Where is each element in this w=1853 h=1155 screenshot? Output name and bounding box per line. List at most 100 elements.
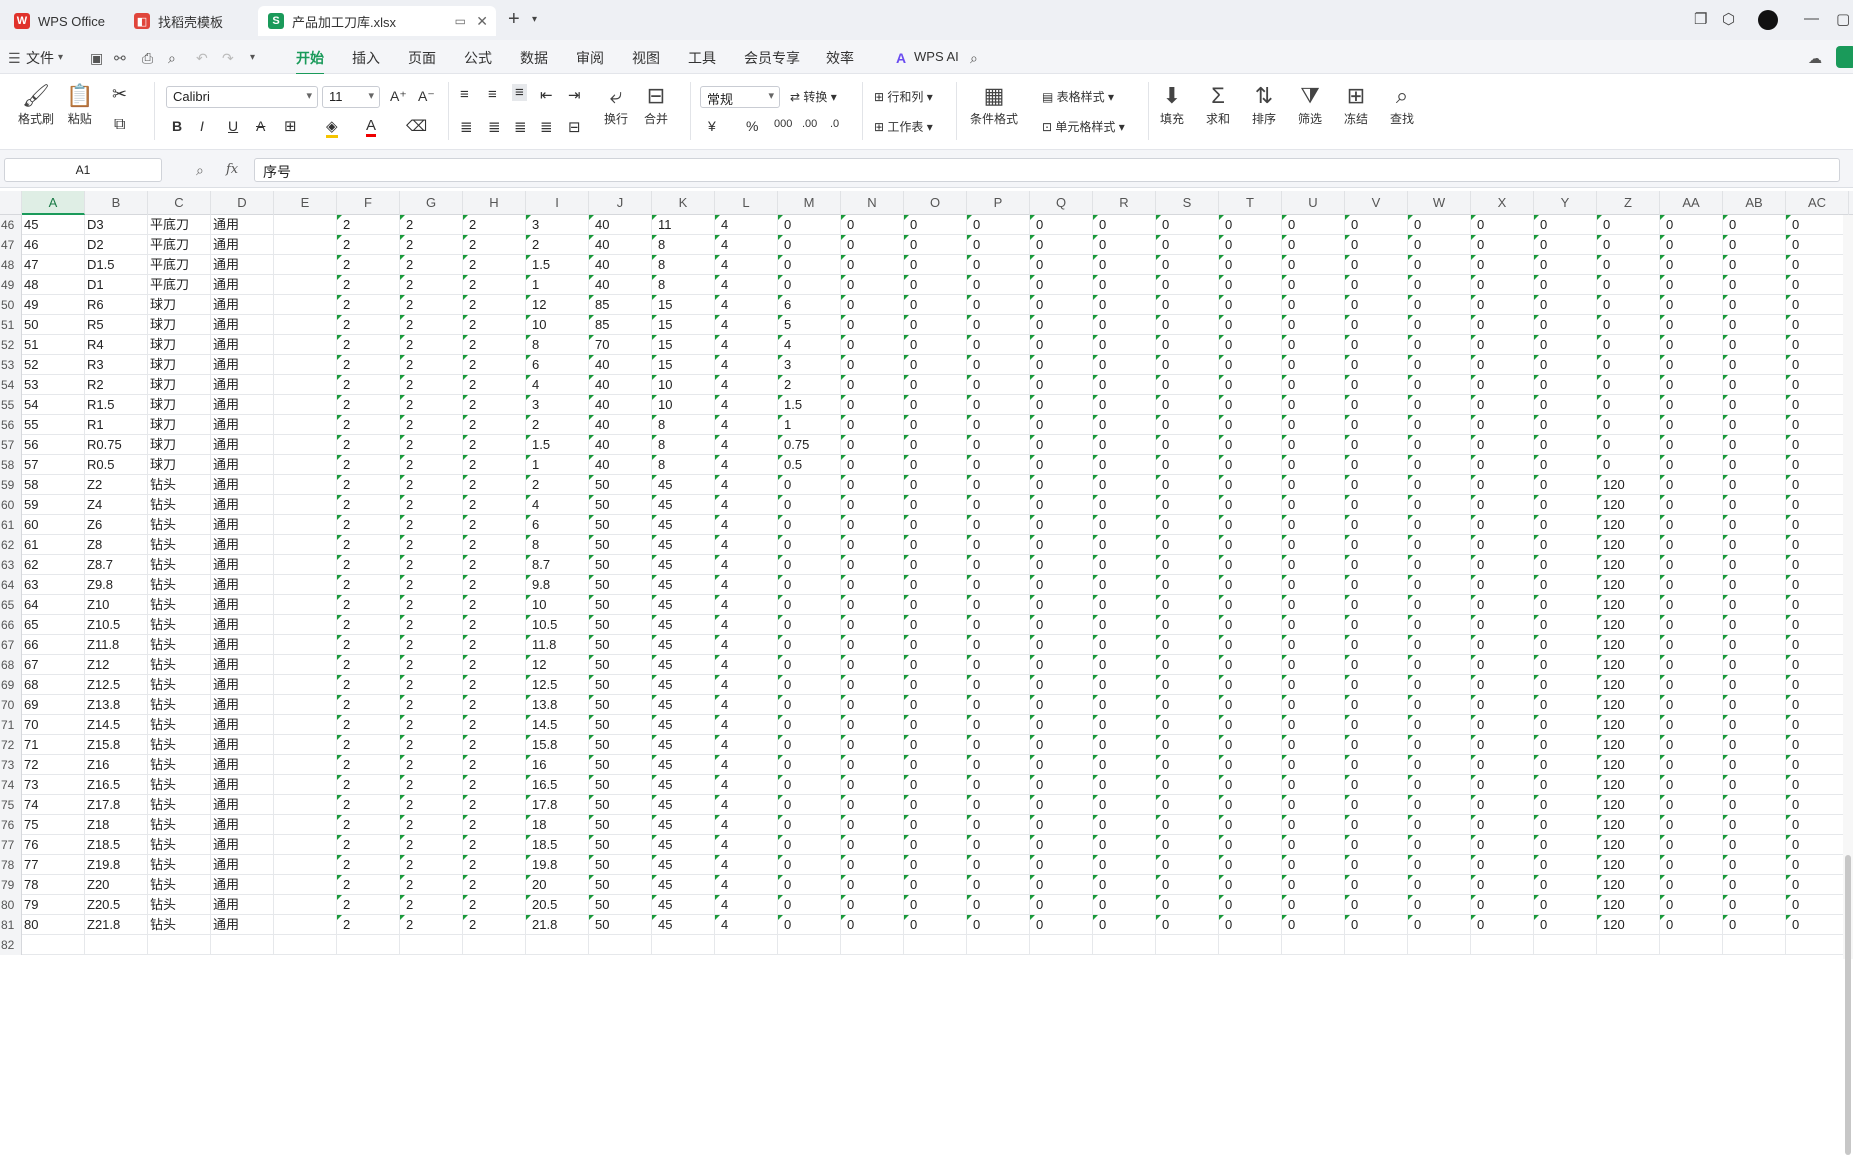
- cell[interactable]: 钻头: [148, 735, 211, 755]
- decrease-font-icon[interactable]: A⁻: [418, 88, 435, 105]
- cell[interactable]: 2: [400, 855, 463, 875]
- cell[interactable]: [274, 775, 337, 795]
- cell[interactable]: 0: [1660, 535, 1723, 555]
- cell[interactable]: 0: [1156, 455, 1219, 475]
- cell[interactable]: 2: [463, 495, 526, 515]
- cell[interactable]: 0: [1471, 275, 1534, 295]
- cell[interactable]: 0: [841, 235, 904, 255]
- align-center-icon[interactable]: ≣: [488, 118, 501, 136]
- cell[interactable]: 0: [1219, 795, 1282, 815]
- cell[interactable]: 通用: [211, 255, 274, 275]
- filter-button[interactable]: ⧩ 筛选: [1298, 82, 1322, 127]
- cell[interactable]: [22, 935, 85, 955]
- font-color-icon[interactable]: A: [366, 117, 377, 137]
- cell[interactable]: 49: [22, 295, 85, 315]
- cell[interactable]: 2: [337, 455, 400, 475]
- cell[interactable]: 85: [589, 315, 652, 335]
- cell[interactable]: 50: [589, 815, 652, 835]
- cell[interactable]: [274, 915, 337, 935]
- cell[interactable]: 2: [400, 495, 463, 515]
- cell[interactable]: 120: [1597, 695, 1660, 715]
- cell[interactable]: 0: [1408, 795, 1471, 815]
- column-header[interactable]: AC: [1786, 191, 1849, 215]
- select-all-corner[interactable]: [0, 191, 22, 215]
- cell[interactable]: 0: [967, 255, 1030, 275]
- cell[interactable]: 2: [463, 555, 526, 575]
- cell[interactable]: 77: [22, 855, 85, 875]
- cell[interactable]: 2: [337, 635, 400, 655]
- cell[interactable]: 0: [1219, 915, 1282, 935]
- cell[interactable]: 0: [1219, 535, 1282, 555]
- cell[interactable]: 0: [1156, 735, 1219, 755]
- cloud-upload-icon[interactable]: ☁: [1808, 50, 1822, 67]
- minimize-icon[interactable]: —: [1804, 10, 1819, 27]
- cell[interactable]: 0: [904, 535, 967, 555]
- cell[interactable]: 0: [1786, 535, 1849, 555]
- cell[interactable]: Z8.7: [85, 555, 148, 575]
- cell[interactable]: 50: [589, 835, 652, 855]
- cell[interactable]: 2: [337, 315, 400, 335]
- cell[interactable]: 0: [967, 215, 1030, 235]
- bold-icon[interactable]: B: [172, 118, 182, 134]
- cell[interactable]: 0: [1660, 495, 1723, 515]
- cell[interactable]: 球刀: [148, 395, 211, 415]
- cell[interactable]: 2: [337, 735, 400, 755]
- cell[interactable]: 0: [1345, 655, 1408, 675]
- cell[interactable]: 66: [22, 635, 85, 655]
- menu-efficiency[interactable]: 效率: [826, 48, 854, 68]
- row-header[interactable]: 51: [0, 315, 22, 335]
- cell[interactable]: 120: [1597, 615, 1660, 635]
- decrease-decimal-icon[interactable]: .0: [830, 118, 839, 130]
- cell[interactable]: 4: [715, 675, 778, 695]
- row-header[interactable]: 80: [0, 895, 22, 915]
- cell[interactable]: 2: [463, 735, 526, 755]
- cell[interactable]: 平底刀: [148, 255, 211, 275]
- cell[interactable]: [274, 675, 337, 695]
- cell[interactable]: 0: [1219, 515, 1282, 535]
- link-icon[interactable]: ⚯: [114, 50, 126, 67]
- cell[interactable]: 2: [463, 835, 526, 855]
- cell[interactable]: 10: [526, 315, 589, 335]
- cell[interactable]: 0: [1345, 295, 1408, 315]
- cell[interactable]: 45: [652, 755, 715, 775]
- align-top-icon[interactable]: ≡: [460, 86, 469, 103]
- row-header[interactable]: 60: [0, 495, 22, 515]
- cell[interactable]: 120: [1597, 855, 1660, 875]
- cell[interactable]: 2: [400, 515, 463, 535]
- cell[interactable]: 0: [904, 295, 967, 315]
- column-header[interactable]: S: [1156, 191, 1219, 215]
- maximize-icon[interactable]: ▢: [1836, 10, 1850, 28]
- cell[interactable]: 2: [400, 555, 463, 575]
- percent-icon[interactable]: %: [746, 118, 758, 134]
- cell[interactable]: 0: [967, 635, 1030, 655]
- clear-icon[interactable]: ⌫: [406, 117, 427, 135]
- cell[interactable]: 0: [1219, 495, 1282, 515]
- cell[interactable]: 120: [1597, 715, 1660, 735]
- cell[interactable]: 4: [715, 475, 778, 495]
- cell[interactable]: 0: [1030, 655, 1093, 675]
- cell[interactable]: 0: [1471, 415, 1534, 435]
- cell[interactable]: 2: [778, 375, 841, 395]
- cell[interactable]: 0: [1471, 775, 1534, 795]
- cell[interactable]: 0: [967, 675, 1030, 695]
- cell[interactable]: 通用: [211, 875, 274, 895]
- cell[interactable]: 0: [1030, 835, 1093, 855]
- cell[interactable]: 通用: [211, 415, 274, 435]
- cell[interactable]: 0: [1345, 215, 1408, 235]
- cell[interactable]: 3: [526, 215, 589, 235]
- cell[interactable]: 4: [715, 415, 778, 435]
- cell[interactable]: 通用: [211, 895, 274, 915]
- row-header[interactable]: 77: [0, 835, 22, 855]
- cell[interactable]: 0: [1282, 435, 1345, 455]
- cell[interactable]: 45: [652, 795, 715, 815]
- cell[interactable]: 0: [967, 895, 1030, 915]
- cell[interactable]: 120: [1597, 495, 1660, 515]
- cell[interactable]: 120: [1597, 535, 1660, 555]
- cell[interactable]: [1660, 935, 1723, 955]
- cell[interactable]: 2: [463, 275, 526, 295]
- cell[interactable]: 钻头: [148, 815, 211, 835]
- cell[interactable]: 0: [1723, 895, 1786, 915]
- cell[interactable]: 0: [841, 535, 904, 555]
- cell[interactable]: [274, 655, 337, 675]
- cell[interactable]: 0: [967, 755, 1030, 775]
